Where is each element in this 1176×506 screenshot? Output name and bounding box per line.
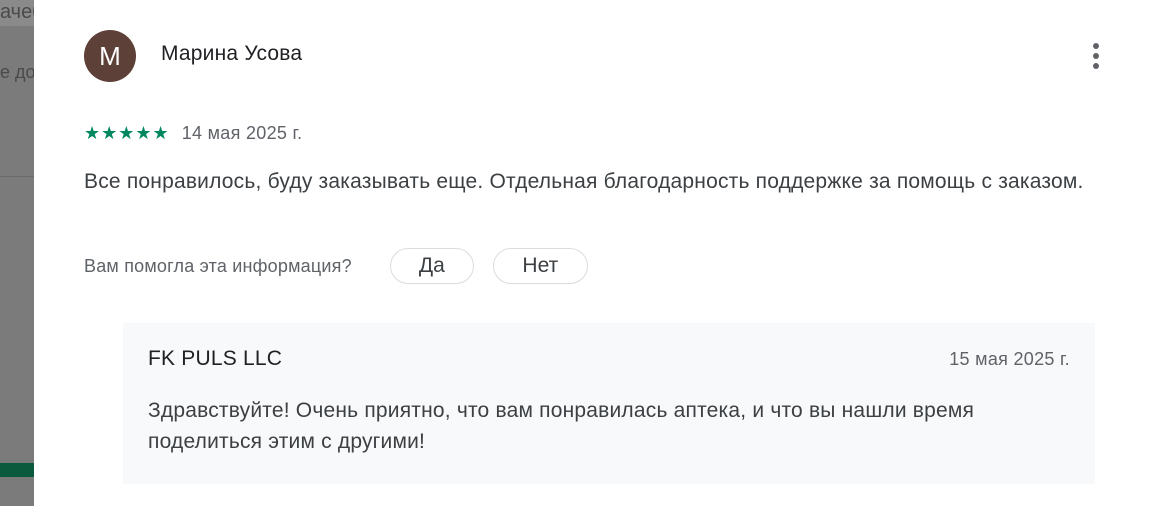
- more-vert-icon[interactable]: [1082, 40, 1110, 72]
- background-text: е до: [0, 62, 34, 82]
- review-date: 14 мая 2025 г.: [181, 122, 303, 143]
- reply-text: Здравствуйте! Очень приятно, что вам пон…: [148, 399, 975, 453]
- helpful-no-button[interactable]: Нет: [492, 248, 588, 284]
- background-text: ачеб: [0, 0, 34, 26]
- helpful-question: Вам помогла эта информация?: [84, 255, 352, 276]
- reply-author: FK PULS LLC: [148, 347, 283, 370]
- avatar: М: [84, 30, 136, 82]
- helpful-yes-button[interactable]: Да: [389, 248, 474, 284]
- star-rating-icon: ★★★★★: [84, 123, 170, 143]
- review-dialog: М Марина Усова ★★★★★ 14 мая 2025 г. Все …: [34, 0, 1176, 506]
- review-author: Марина Усова: [161, 42, 303, 65]
- background-overlay: ачеб е до: [0, 0, 34, 506]
- dot: [1093, 53, 1099, 59]
- reply-date: 15 мая 2025 г.: [949, 349, 1070, 369]
- developer-reply: FK PULS LLC 15 мая 2025 г. Здравствуйте!…: [123, 323, 1095, 484]
- background-progress-bar: [0, 463, 34, 477]
- rating-row: ★★★★★ 14 мая 2025 г.: [84, 122, 302, 144]
- helpful-row: Вам помогла эта информация? Да Нет: [84, 246, 588, 286]
- dot: [1093, 63, 1099, 69]
- review-text: Все понравилось, буду заказывать еще. От…: [84, 170, 1084, 193]
- background-divider: [0, 176, 34, 177]
- dot: [1093, 43, 1099, 49]
